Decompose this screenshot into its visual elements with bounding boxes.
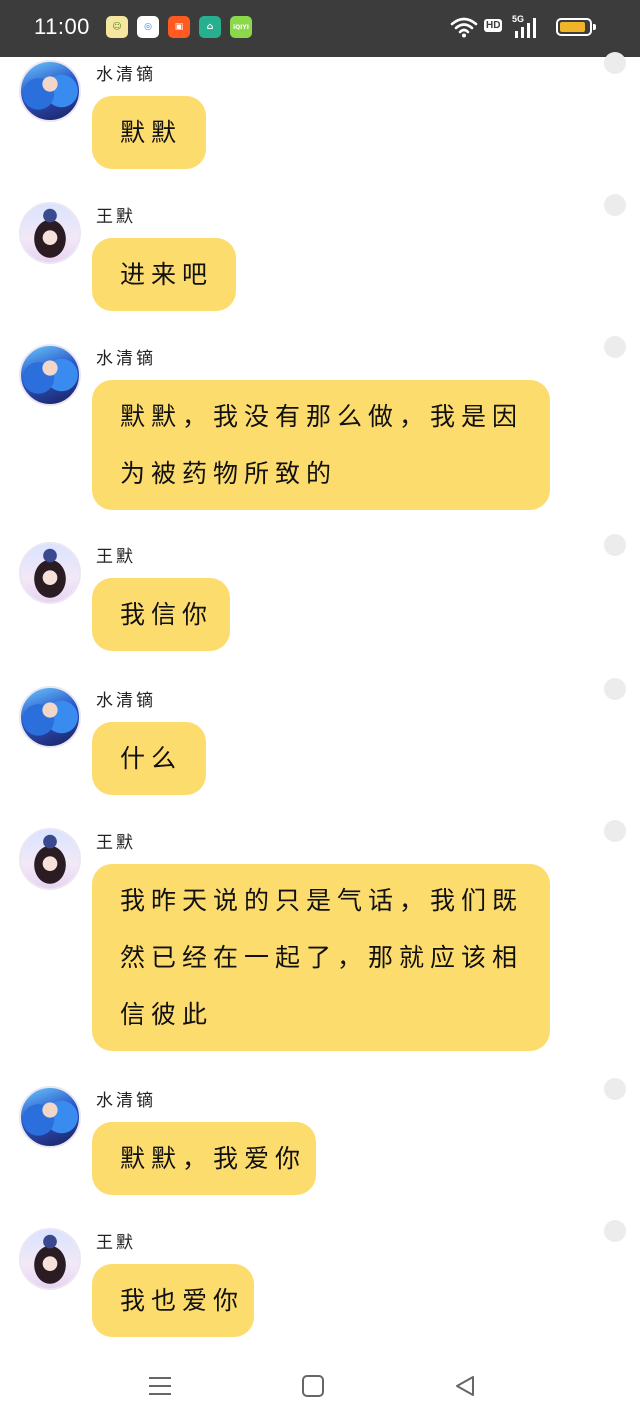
hd-badge: HD bbox=[484, 19, 503, 32]
avatar[interactable] bbox=[19, 1086, 81, 1148]
select-indicator[interactable] bbox=[604, 336, 626, 358]
select-indicator[interactable] bbox=[604, 1220, 626, 1242]
message-text-line: 默默 bbox=[120, 118, 183, 147]
app-icon-home: ⌂ bbox=[199, 16, 221, 38]
message-bubble[interactable]: 我信你 bbox=[92, 578, 230, 651]
message-text-line: 然已经在一起了，那就应该相 bbox=[120, 943, 524, 972]
sender-name: 王默 bbox=[96, 833, 136, 853]
message-text-line: 我也爱你 bbox=[120, 1286, 245, 1315]
sender-name: 王默 bbox=[96, 547, 136, 567]
message-bubble[interactable]: 默默 bbox=[92, 96, 206, 169]
message-text-line: 信彼此 bbox=[120, 1000, 214, 1029]
cellular-signal-icon: 5G bbox=[512, 14, 544, 40]
sender-name: 王默 bbox=[96, 207, 136, 227]
sender-name: 水清镝 bbox=[96, 349, 156, 369]
battery-tip bbox=[593, 24, 596, 30]
avatar[interactable] bbox=[19, 542, 81, 604]
message-text-line: 我昨天说的只是气话，我们既 bbox=[120, 886, 524, 915]
message-text-line: 默默，我没有那么做，我是因 bbox=[120, 402, 524, 431]
avatar[interactable] bbox=[19, 202, 81, 264]
app-icon-blue: ◎ bbox=[137, 16, 159, 38]
message-text-line: 为被药物所致的 bbox=[120, 459, 338, 488]
status-time: 11:00 bbox=[34, 14, 90, 39]
wifi-icon bbox=[450, 16, 478, 42]
avatar[interactable] bbox=[19, 828, 81, 890]
home-square-icon[interactable] bbox=[295, 1368, 331, 1404]
message-bubble[interactable]: 进来吧 bbox=[92, 238, 236, 311]
sender-name: 水清镝 bbox=[96, 691, 156, 711]
app-icon-kuaishou: ▣ bbox=[168, 16, 190, 38]
avatar[interactable] bbox=[19, 60, 81, 122]
message-text-line: 我信你 bbox=[120, 600, 214, 629]
avatar[interactable] bbox=[19, 1228, 81, 1290]
battery-icon bbox=[556, 18, 596, 36]
message-bubble[interactable]: 我昨天说的只是气话，我们既 然已经在一起了，那就应该相 信彼此 bbox=[92, 864, 550, 1051]
message-bubble[interactable]: 默默，我爱你 bbox=[92, 1122, 316, 1195]
message-bubble[interactable]: 什么 bbox=[92, 722, 206, 795]
message-bubble[interactable]: 我也爱你 bbox=[92, 1264, 254, 1337]
sender-name: 水清镝 bbox=[96, 1091, 156, 1111]
message-text-line: 什么 bbox=[120, 744, 183, 773]
select-indicator[interactable] bbox=[604, 52, 626, 74]
select-indicator[interactable] bbox=[604, 534, 626, 556]
app-icon-yellow: ☺ bbox=[106, 16, 128, 38]
status-app-icons: ☺ ◎ ▣ ⌂ iQIYI bbox=[106, 16, 252, 38]
message-text-line: 进来吧 bbox=[120, 260, 214, 289]
message-text-line: 默默，我爱你 bbox=[120, 1144, 307, 1173]
battery-level bbox=[560, 22, 586, 32]
select-indicator[interactable] bbox=[604, 678, 626, 700]
avatar[interactable] bbox=[19, 686, 81, 748]
select-indicator[interactable] bbox=[604, 1078, 626, 1100]
select-indicator[interactable] bbox=[604, 194, 626, 216]
select-indicator[interactable] bbox=[604, 820, 626, 842]
navigation-bar bbox=[0, 1352, 640, 1422]
message-bubble[interactable]: 默默，我没有那么做，我是因 为被药物所致的 bbox=[92, 380, 550, 510]
sender-name: 水清镝 bbox=[96, 65, 156, 85]
app-icon-iqiyi: iQIYI bbox=[230, 16, 252, 38]
status-bar: 11:00 ☺ ◎ ▣ ⌂ iQIYI HD 5G bbox=[0, 0, 640, 57]
avatar[interactable] bbox=[19, 344, 81, 406]
sender-name: 王默 bbox=[96, 1233, 136, 1253]
menu-icon[interactable] bbox=[142, 1368, 178, 1404]
back-triangle-icon[interactable] bbox=[447, 1368, 483, 1404]
